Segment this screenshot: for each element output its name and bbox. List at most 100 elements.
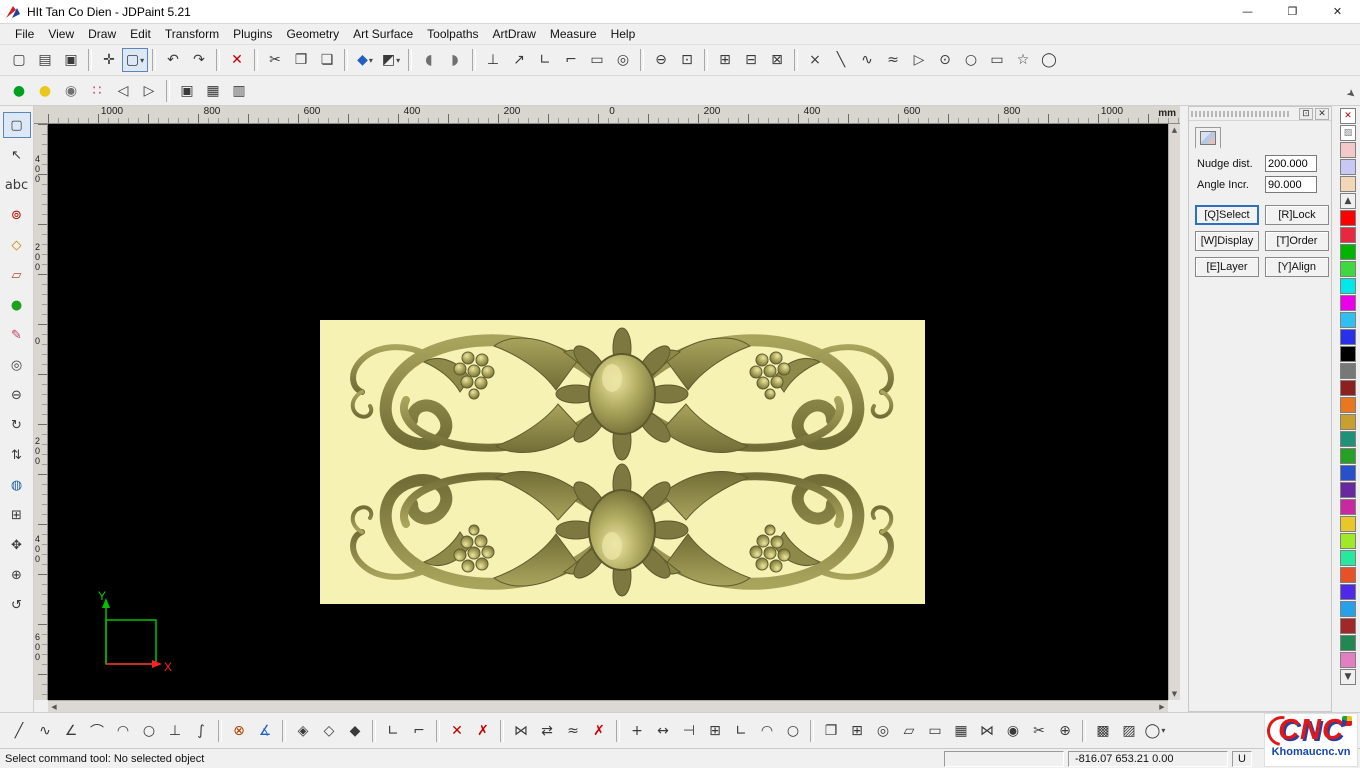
- color-swatch[interactable]: [1340, 567, 1356, 583]
- eraser-tool-icon[interactable]: ▱: [3, 262, 31, 288]
- panel-close-button[interactable]: ✕: [1315, 108, 1329, 120]
- menu-item[interactable]: Draw: [81, 25, 123, 43]
- lasso-select-icon[interactable]: ◯▾: [1142, 718, 1168, 744]
- relief-shaded-icon[interactable]: ◗: [442, 48, 468, 72]
- trim-tool-icon[interactable]: ✂: [1026, 718, 1052, 744]
- draw-ellipse-icon[interactable]: ○: [958, 48, 984, 72]
- color-swatch[interactable]: [1340, 448, 1356, 464]
- color-swatch[interactable]: [1340, 516, 1356, 532]
- arc-3pt-tool-icon[interactable]: ◠: [110, 718, 136, 744]
- frame-select-icon[interactable]: ⊡: [674, 48, 700, 72]
- menu-item[interactable]: Geometry: [279, 25, 346, 43]
- history-forward-icon[interactable]: ▷: [136, 79, 162, 103]
- panel-restore-button[interactable]: ⊡: [1299, 108, 1313, 120]
- zoom-all-icon[interactable]: ◎: [3, 352, 31, 378]
- circle-tool-icon[interactable]: ○: [136, 718, 162, 744]
- color-swatch[interactable]: [1340, 176, 1356, 192]
- weld-shapes-icon[interactable]: ◉: [1000, 718, 1026, 744]
- array-rect-icon[interactable]: ⊞: [844, 718, 870, 744]
- color-swatch[interactable]: [1340, 635, 1356, 651]
- draw-line-tool-icon[interactable]: ╱: [6, 718, 32, 744]
- delete-object-icon[interactable]: ✗: [586, 718, 612, 744]
- grid-view-icon[interactable]: ▦: [200, 79, 226, 103]
- scroll-down-icon[interactable]: ▼: [1169, 688, 1181, 700]
- horizontal-scrollbar[interactable]: ◀ ▶: [48, 700, 1168, 712]
- offset-contour-icon[interactable]: ▱: [896, 718, 922, 744]
- maximize-button[interactable]: ❐: [1270, 0, 1315, 24]
- color-swatch[interactable]: [1340, 584, 1356, 600]
- menu-item[interactable]: Transform: [158, 25, 226, 43]
- bounds-snap-icon[interactable]: ▭: [584, 48, 610, 72]
- copy-object-icon[interactable]: ❐: [818, 718, 844, 744]
- cut-curve-icon[interactable]: ✗: [470, 718, 496, 744]
- nudge-input[interactable]: [1265, 155, 1317, 172]
- color-swatch[interactable]: [1340, 482, 1356, 498]
- measure-angle-icon[interactable]: ∟: [728, 718, 754, 744]
- needle-tool-icon[interactable]: ✎: [3, 322, 31, 348]
- swap-view-icon[interactable]: ⇅: [3, 442, 31, 468]
- ellipse-frame-icon[interactable]: ⊖: [648, 48, 674, 72]
- color-swatch[interactable]: [1340, 431, 1356, 447]
- panel-grip[interactable]: [1191, 111, 1291, 117]
- select-tool-icon[interactable]: ▢▾: [122, 48, 148, 72]
- color-swatch[interactable]: [1340, 414, 1356, 430]
- break-curve-icon[interactable]: ✕: [444, 718, 470, 744]
- draw-polyline-icon[interactable]: ∿: [854, 48, 880, 72]
- color-swatch[interactable]: [1340, 329, 1356, 345]
- snap-move-icon[interactable]: ✛: [96, 48, 122, 72]
- polyline-tool-icon[interactable]: ∠: [58, 718, 84, 744]
- wireframe-view-icon[interactable]: ▣: [174, 79, 200, 103]
- text-tool-icon[interactable]: abc: [3, 172, 31, 198]
- color-swatch[interactable]: [1340, 142, 1356, 158]
- node-edit-icon[interactable]: ↖: [3, 142, 31, 168]
- spline-tool-icon[interactable]: ∫: [188, 718, 214, 744]
- relief-preview-icon[interactable]: ◖: [416, 48, 442, 72]
- insert-node-icon[interactable]: ◈: [290, 718, 316, 744]
- draw-curve-icon[interactable]: ≈: [880, 48, 906, 72]
- color-swatch[interactable]: [1340, 380, 1356, 396]
- color-swatch[interactable]: [1340, 465, 1356, 481]
- hatch-swatch[interactable]: ▨: [1340, 125, 1356, 141]
- draw-ring-icon[interactable]: ◯: [1036, 48, 1062, 72]
- scroll-up-icon[interactable]: ▲: [1169, 124, 1181, 136]
- scroll-right-icon[interactable]: ▶: [1156, 701, 1168, 713]
- fill-color-icon[interactable]: ◆▾: [352, 48, 378, 72]
- menu-item[interactable]: Measure: [543, 25, 604, 43]
- array-copy-icon[interactable]: ⊞: [712, 48, 738, 72]
- save-file-icon[interactable]: ▣: [58, 48, 84, 72]
- fill-tool-icon[interactable]: ●: [3, 292, 31, 318]
- redo-icon[interactable]: ↷: [186, 48, 212, 72]
- menu-item[interactable]: ArtDraw: [486, 25, 543, 43]
- shape-tool-icon[interactable]: ◇: [3, 232, 31, 258]
- paste-icon[interactable]: ❏: [314, 48, 340, 72]
- history-back-icon[interactable]: ◁: [110, 79, 136, 103]
- measure-grid-icon[interactable]: ⊞: [702, 718, 728, 744]
- node-colors-icon[interactable]: ∷: [84, 79, 110, 103]
- select-marquee-icon[interactable]: ▢: [3, 112, 31, 138]
- undo-icon[interactable]: ↶: [160, 48, 186, 72]
- section-view-icon[interactable]: ▥: [226, 79, 252, 103]
- zoom-window-icon[interactable]: ⊞: [3, 502, 31, 528]
- bridge-icon[interactable]: ⋈: [974, 718, 1000, 744]
- move-node-icon[interactable]: ◇: [316, 718, 342, 744]
- rotate-copy-icon[interactable]: ⊠: [764, 48, 790, 72]
- hatch-fill-icon[interactable]: ▨: [1116, 718, 1142, 744]
- color-swatch[interactable]: [1340, 210, 1356, 226]
- menu-item[interactable]: Help: [604, 25, 643, 43]
- align-mode-button[interactable]: [Y]Align: [1265, 257, 1329, 277]
- open-file-icon[interactable]: ▤: [32, 48, 58, 72]
- color-swatch[interactable]: [1340, 346, 1356, 362]
- pen-color-icon[interactable]: ●: [6, 79, 32, 103]
- color-swatch[interactable]: [1340, 244, 1356, 260]
- canvas-viewport[interactable]: Y X: [48, 124, 1168, 700]
- arc-tool-icon[interactable]: ⌒: [84, 718, 110, 744]
- color-swatch[interactable]: [1340, 363, 1356, 379]
- draw-rectangle-icon[interactable]: ▭: [984, 48, 1010, 72]
- lock-mode-button[interactable]: [R]Lock: [1265, 205, 1329, 225]
- delete-node-icon[interactable]: ◆: [342, 718, 368, 744]
- sphere-view-icon[interactable]: ◍: [3, 472, 31, 498]
- draw-point-icon[interactable]: ×: [802, 48, 828, 72]
- color-swatch[interactable]: [1340, 550, 1356, 566]
- menu-item[interactable]: Edit: [123, 25, 158, 43]
- color-swatch[interactable]: [1340, 601, 1356, 617]
